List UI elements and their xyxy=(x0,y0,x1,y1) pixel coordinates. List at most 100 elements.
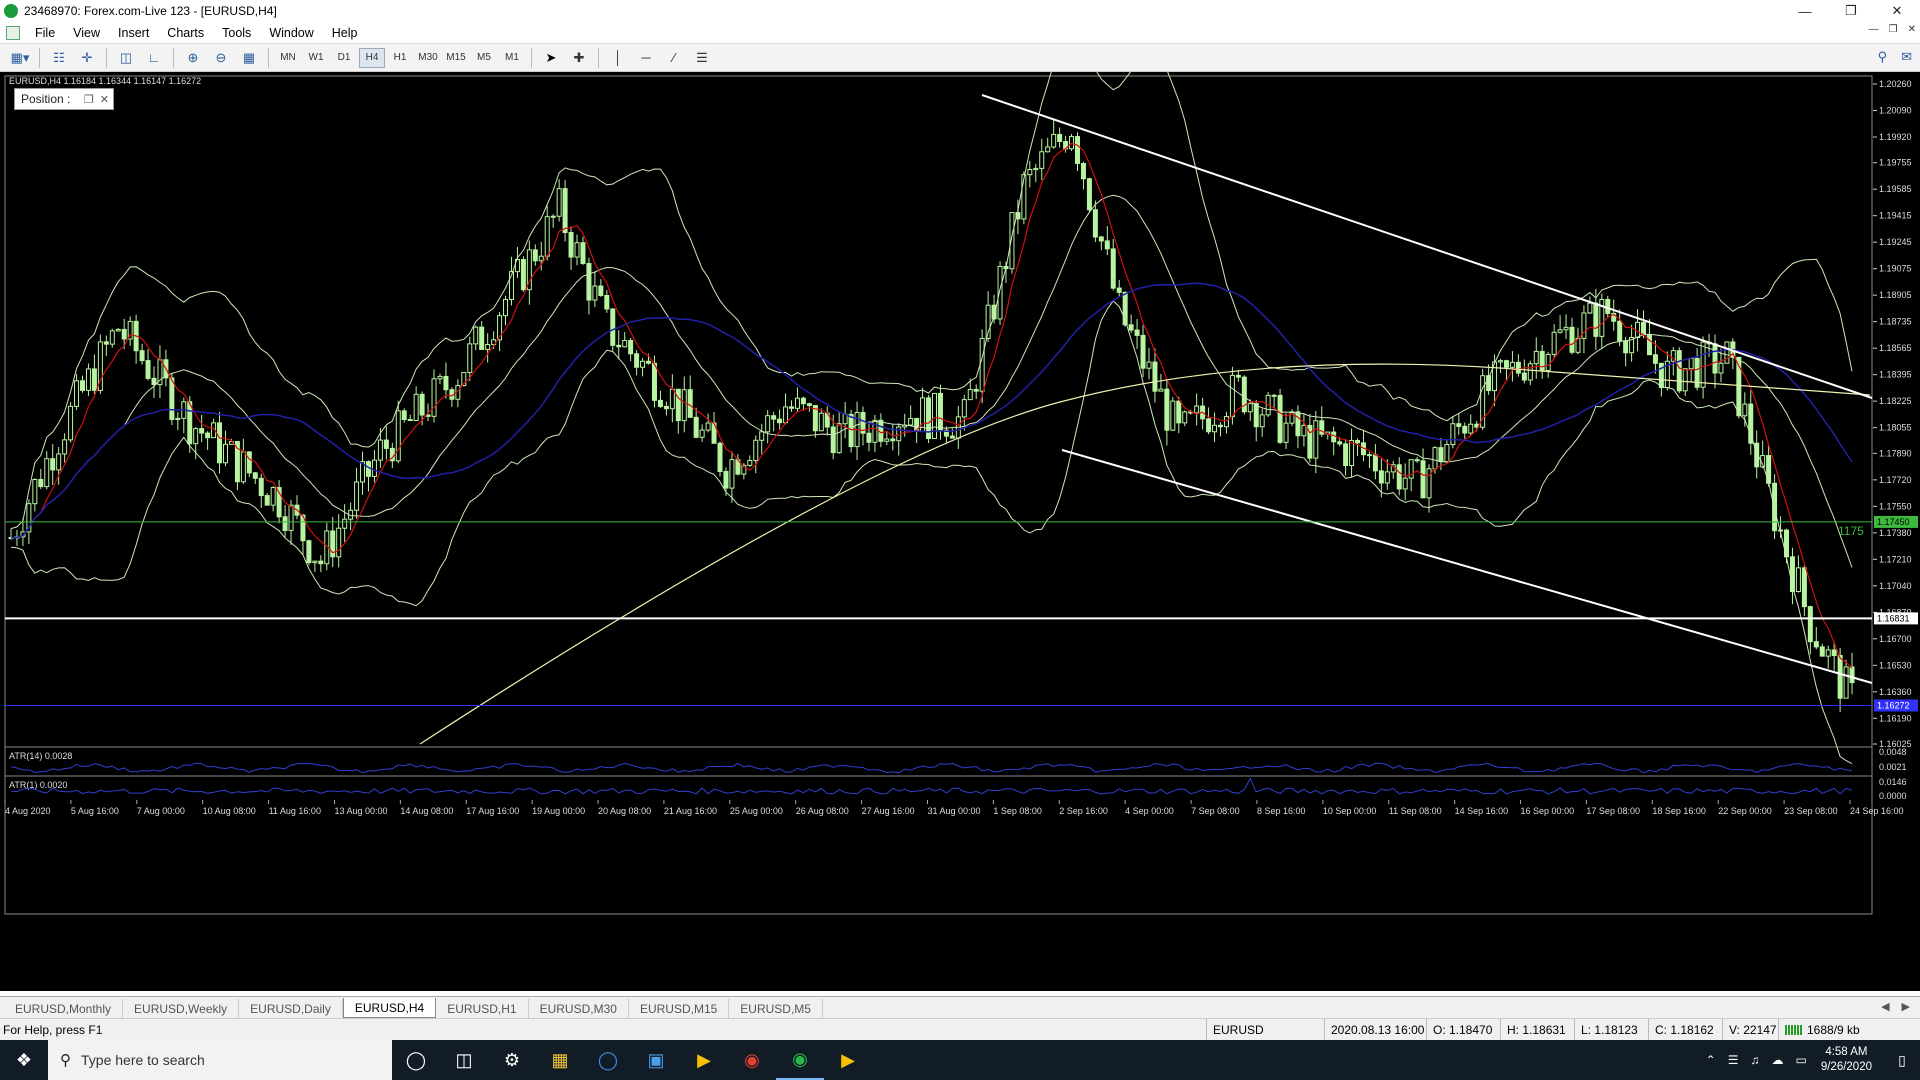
menu-insert[interactable]: Insert xyxy=(109,26,158,40)
tray-chevron-icon[interactable]: ⌃ xyxy=(1706,1053,1716,1067)
tab-eurusd-h1[interactable]: EURUSD,H1 xyxy=(436,999,529,1018)
line-chart-icon[interactable]: ∟ xyxy=(143,48,165,68)
status-low: L: 1.18123 xyxy=(1574,1018,1648,1041)
candle-body xyxy=(580,242,586,265)
channel-upper-line xyxy=(981,94,1873,399)
time-tick-label: 17 Sep 08:00 xyxy=(1586,806,1640,816)
chart-doc-icon[interactable] xyxy=(6,25,20,40)
tile-windows-icon[interactable]: ▦ xyxy=(238,48,260,68)
menu-tools[interactable]: Tools xyxy=(213,26,260,40)
menu-view[interactable]: View xyxy=(64,26,109,40)
price-chart[interactable]: 1.20260 1.20090 1.19920 1.19755 1.19585 1.194… xyxy=(0,72,1920,991)
candle-body xyxy=(365,461,371,477)
timeframe-d1[interactable]: D1 xyxy=(331,48,357,68)
panel-close-icon[interactable]: ✕ xyxy=(100,93,109,106)
wifi-icon[interactable]: ☰ xyxy=(1728,1053,1739,1067)
timeframe-m15[interactable]: M15 xyxy=(443,48,469,68)
toolbar-separator xyxy=(531,47,532,68)
timeframe-m5[interactable]: M5 xyxy=(471,48,497,68)
new-chart-icon[interactable]: ▦▾ xyxy=(9,48,31,68)
tab-eurusd-m5[interactable]: EURUSD,M5 xyxy=(729,999,823,1018)
mdi-restore-icon[interactable]: ❐ xyxy=(1889,24,1898,35)
cursor-icon[interactable]: ➤ xyxy=(540,48,562,68)
menu-charts[interactable]: Charts xyxy=(158,26,213,40)
windows-start-icon[interactable]: ❖ xyxy=(0,1040,48,1080)
restore-icon[interactable]: ❐ xyxy=(1828,0,1874,22)
cloud-icon[interactable]: ☁ xyxy=(1771,1053,1783,1067)
chart-window[interactable]: 1.20260 1.20090 1.19920 1.19755 1.19585 1.194… xyxy=(0,72,1920,991)
timeframe-w1[interactable]: W1 xyxy=(303,48,329,68)
position-panel[interactable]: Position : ❐ ✕ xyxy=(14,88,114,110)
close-icon[interactable]: ✕ xyxy=(1874,0,1920,22)
bar-chart-icon[interactable]: ◫ xyxy=(115,48,137,68)
zoom-out-icon[interactable]: ⊖ xyxy=(210,48,232,68)
tab-left-icon[interactable]: ◀ xyxy=(1881,1000,1889,1013)
search-icon[interactable]: ⚲ xyxy=(1878,49,1888,65)
chrome-icon[interactable]: ◉ xyxy=(728,1040,776,1080)
mdi-close-icon[interactable]: ✕ xyxy=(1908,24,1916,35)
menu-help[interactable]: Help xyxy=(323,26,367,40)
candle-body xyxy=(306,540,312,564)
trading-terminal-icon[interactable]: ◉ xyxy=(776,1040,824,1080)
price-tick-label: 1.16190 xyxy=(1879,713,1912,723)
timeframe-h4[interactable]: H4 xyxy=(359,47,385,68)
price-tag-label: 1.17450 xyxy=(1877,517,1910,527)
horizontal-line-icon[interactable]: ─ xyxy=(635,48,657,68)
tab-eurusd-m30[interactable]: EURUSD,M30 xyxy=(529,999,629,1018)
timeframe-m30[interactable]: M30 xyxy=(415,48,441,68)
app-yellow2-icon[interactable]: ▶ xyxy=(824,1040,872,1080)
price-tick-label: 1.18735 xyxy=(1879,317,1912,327)
tab-right-icon[interactable]: ▶ xyxy=(1902,1000,1910,1013)
tab-eurusd-weekly[interactable]: EURUSD,Weekly xyxy=(123,999,240,1018)
time-tick-label: 17 Aug 16:00 xyxy=(466,806,519,816)
volume-icon[interactable]: ♫ xyxy=(1750,1053,1759,1067)
crosshair-move-icon[interactable]: ✛ xyxy=(76,48,98,68)
vertical-line-icon[interactable]: │ xyxy=(607,48,629,68)
tab-eurusd-daily[interactable]: EURUSD,Daily xyxy=(239,999,343,1018)
mdi-minimize-icon[interactable]: — xyxy=(1869,24,1879,35)
zoom-in-icon[interactable]: ⊕ xyxy=(182,48,204,68)
candle-body xyxy=(205,432,211,439)
time-tick-label: 19 Aug 00:00 xyxy=(532,806,585,816)
timeframe-m1[interactable]: M1 xyxy=(499,48,525,68)
candle-body xyxy=(109,330,115,345)
price-tick-label: 1.19245 xyxy=(1879,237,1912,247)
tab-eurusd-m15[interactable]: EURUSD,M15 xyxy=(629,999,730,1018)
candle-body xyxy=(1843,666,1849,699)
tab-eurusd-monthly[interactable]: EURUSD,Monthly xyxy=(4,999,124,1018)
minimize-icon[interactable]: — xyxy=(1782,0,1828,22)
chat-icon[interactable]: ✉ xyxy=(1901,49,1912,65)
candle-body xyxy=(1742,403,1748,417)
panel-restore-icon[interactable]: ❐ xyxy=(84,93,94,106)
tab-eurusd-h4[interactable]: EURUSD,H4 xyxy=(342,998,437,1018)
remote-desktop-icon[interactable]: ▣ xyxy=(632,1040,680,1080)
clock[interactable]: 4:58 AM 9/26/2020 xyxy=(1821,1045,1872,1075)
time-tick-label: 13 Aug 00:00 xyxy=(334,806,387,816)
candle-body xyxy=(592,285,598,301)
taskbar-search[interactable]: ⚲ Type here to search xyxy=(48,1040,392,1080)
edge-browser-icon[interactable]: ◯ xyxy=(584,1040,632,1080)
candle-body xyxy=(1229,374,1235,418)
app-yellow-icon[interactable]: ▶ xyxy=(680,1040,728,1080)
crosshair-icon[interactable]: ✚ xyxy=(568,48,590,68)
chart-properties-icon[interactable]: ☷ xyxy=(48,48,70,68)
task-view-icon[interactable]: ◫ xyxy=(440,1040,488,1080)
candle-body xyxy=(32,478,38,505)
timeframe-h1[interactable]: H1 xyxy=(387,48,413,68)
trendline-icon[interactable]: ∕ xyxy=(663,48,685,68)
candle-body xyxy=(1134,329,1140,336)
channel-icon[interactable]: ☰ xyxy=(691,48,713,68)
candle-body xyxy=(1641,321,1647,336)
atr14-line xyxy=(10,762,1853,774)
price-tick-label: 1.19585 xyxy=(1879,184,1912,194)
timeframe-mn[interactable]: MN xyxy=(275,48,301,68)
menu-window[interactable]: Window xyxy=(260,26,322,40)
battery-icon[interactable]: ▭ xyxy=(1795,1053,1806,1067)
menu-file[interactable]: File xyxy=(26,26,64,40)
candle-body xyxy=(1069,136,1075,150)
app-pinned-icon[interactable]: ⚙ xyxy=(488,1040,536,1080)
cortana-icon[interactable]: ◯ xyxy=(392,1040,440,1080)
file-explorer-icon[interactable]: ▦ xyxy=(536,1040,584,1080)
status-bar: For Help, press F1 EURUSD 2020.08.13 16:… xyxy=(0,1018,1920,1041)
notifications-icon[interactable]: ▯ xyxy=(1884,1040,1920,1080)
